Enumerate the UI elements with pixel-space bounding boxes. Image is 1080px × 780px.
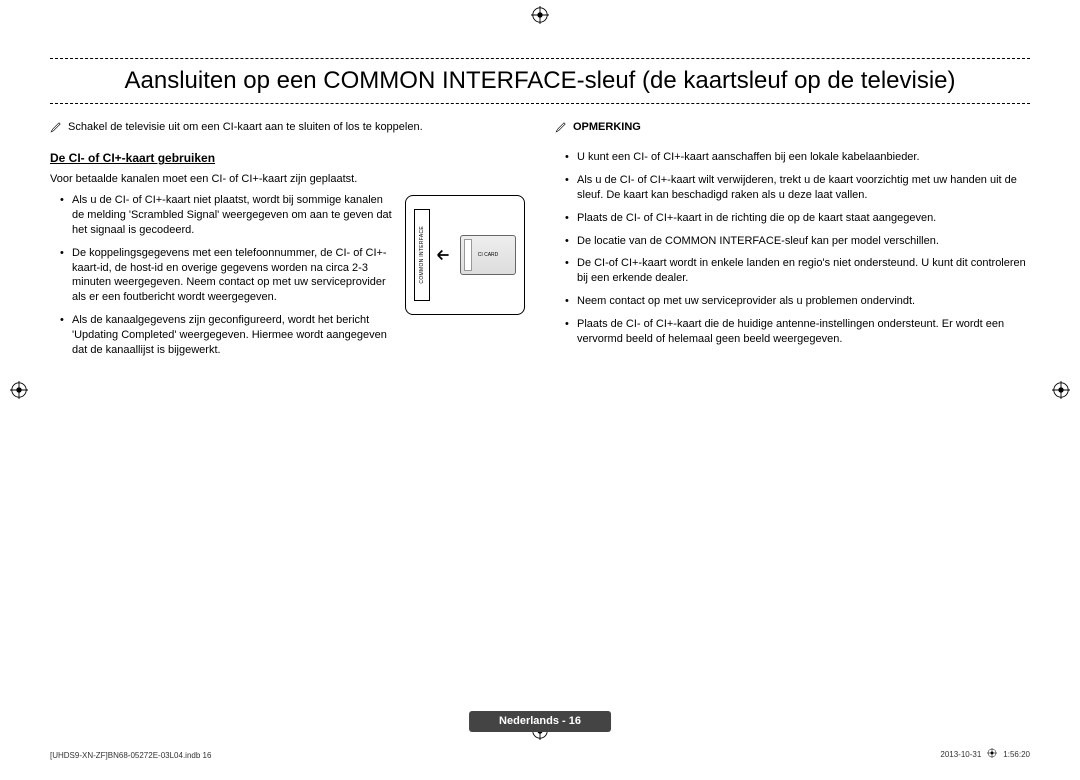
list-item: Als u de CI- of CI+-kaart wilt verwijder… [565,173,1030,203]
list-item: U kunt een CI- of CI+-kaart aanschaffen … [565,150,1030,165]
divider-bottom [50,103,1030,104]
slot-graphic: COMMON INTERFACE [414,209,430,301]
ci-card-diagram: COMMON INTERFACE CI CARD [405,195,525,315]
footer-filename: [UHDS9-XN-ZF]BN68-05272E-03L04.indb 16 [50,751,211,762]
list-item: De koppelingsgegevens met een telefoonnu… [60,246,395,305]
list-item: De locatie van de COMMON INTERFACE-sleuf… [565,234,1030,249]
left-bullet-list: Als u de CI- of CI+-kaart niet plaatst, … [50,193,395,357]
left-heading: De CI- of CI+-kaart gebruiken [50,150,525,166]
right-column: OPMERKING U kunt een CI- of CI+-kaart aa… [555,120,1030,365]
insert-arrow-icon [436,248,454,262]
list-item: De CI-of CI+-kaart wordt in enkele lande… [565,256,1030,286]
footer-timestamp: 2013-10-31 1:56:20 [940,748,1030,762]
slot-label: COMMON INTERFACE [419,226,426,284]
ci-card-label: CI CARD [478,252,499,259]
list-item: Plaats de CI- of CI+-kaart die de huidig… [565,317,1030,347]
print-registration-mark-footer [987,748,997,762]
ci-card-graphic: CI CARD [460,235,516,275]
footer-time: 1:56:20 [1003,750,1030,761]
footer-date: 2013-10-31 [940,750,981,761]
print-registration-mark-right [1052,381,1070,399]
list-item: Als u de CI- of CI+-kaart niet plaatst, … [60,193,395,238]
divider-top [50,58,1030,59]
left-intro: Voor betaalde kanalen moet een CI- of CI… [50,172,525,187]
top-note-text: Schakel de televisie uit om een CI-kaart… [68,120,423,135]
pen-icon [50,121,62,138]
print-registration-mark-left [10,381,28,399]
left-column: Schakel de televisie uit om een CI-kaart… [50,120,525,365]
content-columns: Schakel de televisie uit om een CI-kaart… [50,120,1030,365]
print-registration-mark-top [531,6,549,24]
page-title: Aansluiten op een COMMON INTERFACE-sleuf… [50,65,1030,97]
opmerking-line: OPMERKING [555,120,1030,138]
list-item: Neem contact op met uw serviceprovider a… [565,294,1030,309]
page-number-badge: Nederlands - 16 [469,711,611,732]
opmerking-label: OPMERKING [573,120,641,135]
list-item: Als de kanaalgegevens zijn geconfigureer… [60,313,395,358]
pen-icon [555,121,567,138]
list-item: Plaats de CI- of CI+-kaart in de richtin… [565,211,1030,226]
right-bullet-list: U kunt een CI- of CI+-kaart aanschaffen … [555,150,1030,346]
top-note-line: Schakel de televisie uit om een CI-kaart… [50,120,525,138]
